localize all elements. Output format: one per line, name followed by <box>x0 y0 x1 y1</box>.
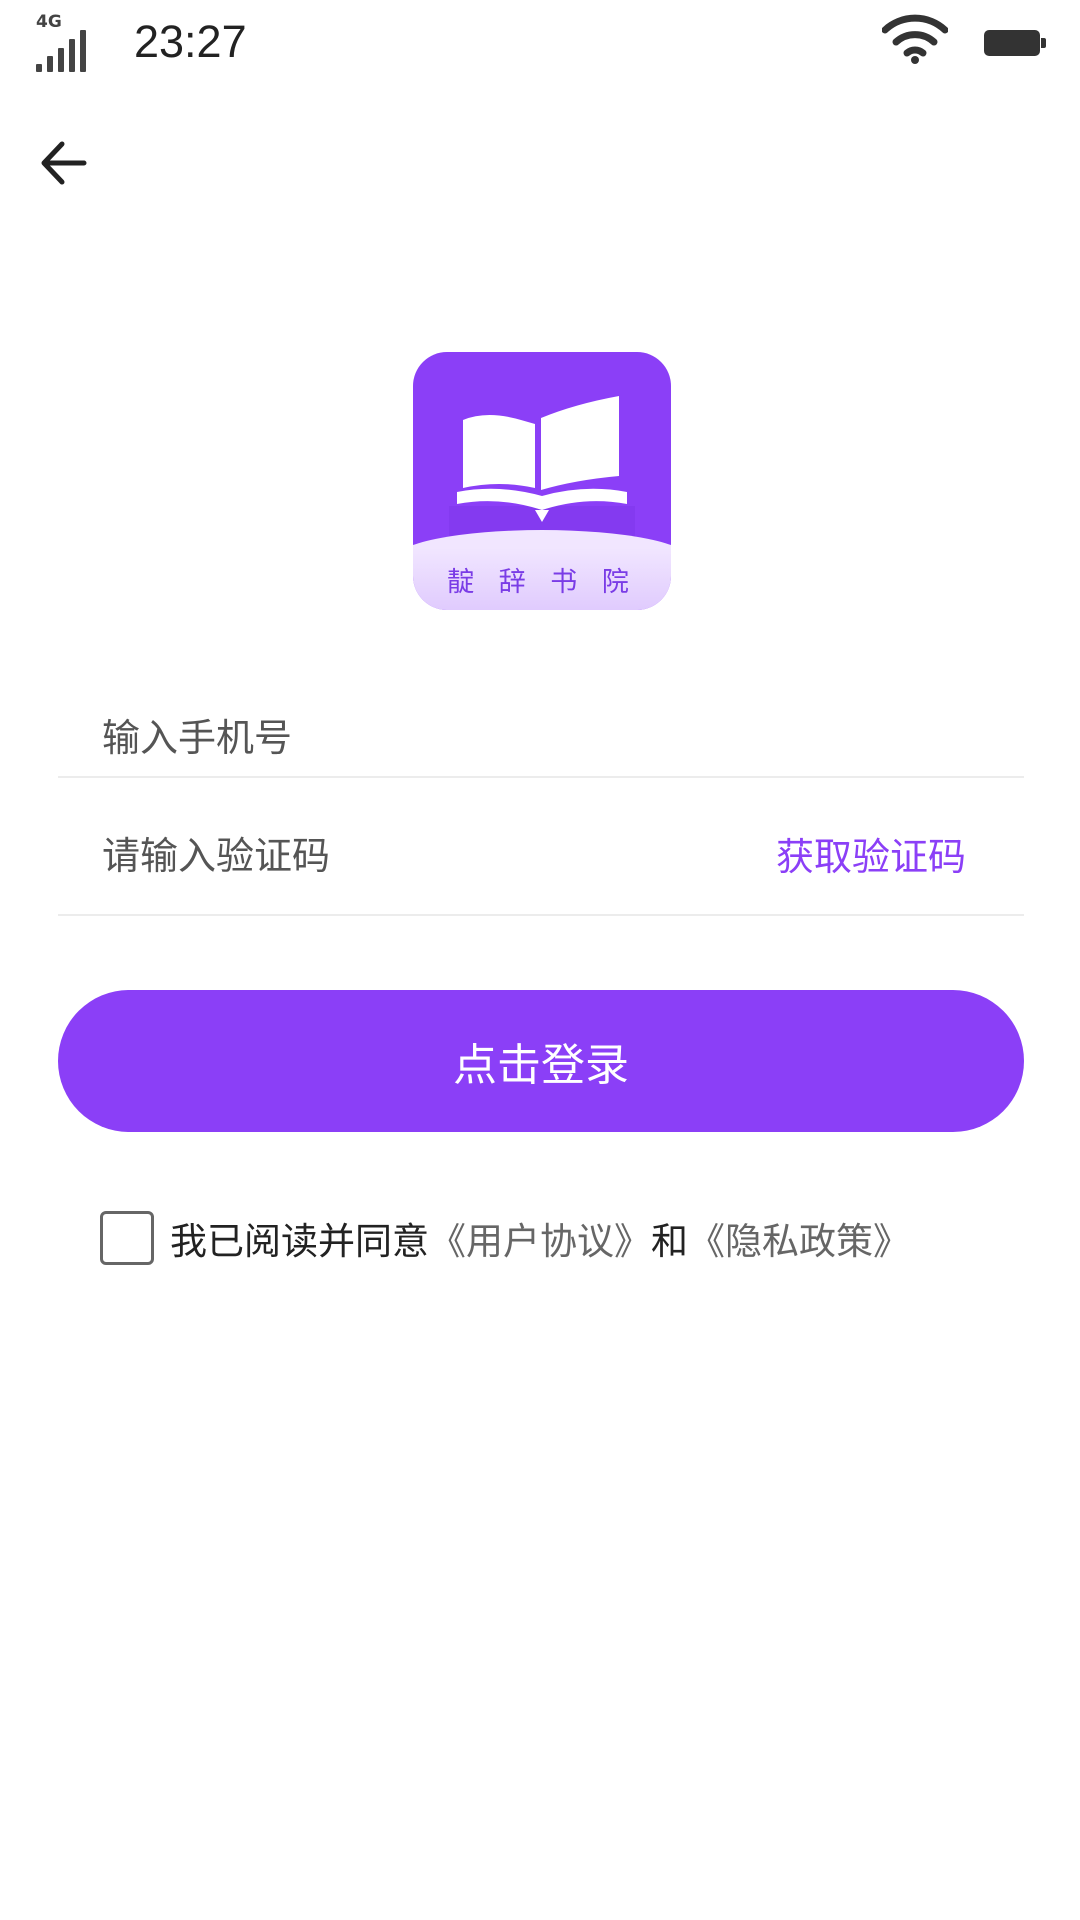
agreement-prefix: 我已阅读并同意 <box>170 1220 429 1263</box>
status-time: 23:27 <box>134 16 247 67</box>
agreement-row: 我已阅读并同意 《用户协议》 和 《隐私政策》 <box>100 1208 1000 1268</box>
code-field-row: 获取验证码 <box>58 808 1024 916</box>
verification-code-input[interactable] <box>102 828 782 884</box>
get-code-button[interactable]: 获取验证码 <box>776 832 966 882</box>
phone-field-row <box>58 700 1024 778</box>
agreement-checkbox[interactable] <box>100 1211 154 1265</box>
back-button[interactable] <box>30 128 100 198</box>
app-logo: 靛 辞 书 院 <box>413 352 671 610</box>
cellular-signal-icon: 4G <box>34 10 98 74</box>
battery-icon <box>984 30 1046 56</box>
phone-input[interactable] <box>102 710 782 766</box>
arrow-left-icon <box>41 141 87 185</box>
user-agreement-link[interactable]: 《用户协议》 <box>429 1211 651 1265</box>
brand-name: 靛 辞 书 院 <box>447 567 637 598</box>
open-book-icon <box>449 396 635 536</box>
wifi-icon <box>882 14 948 64</box>
login-button[interactable]: 点击登录 <box>58 990 1024 1132</box>
status-bar: 4G 23:27 <box>0 0 1080 90</box>
network-type: 4G <box>36 12 62 32</box>
agreement-conjunction: 和 <box>651 1220 688 1263</box>
privacy-policy-link[interactable]: 《隐私政策》 <box>688 1211 910 1265</box>
